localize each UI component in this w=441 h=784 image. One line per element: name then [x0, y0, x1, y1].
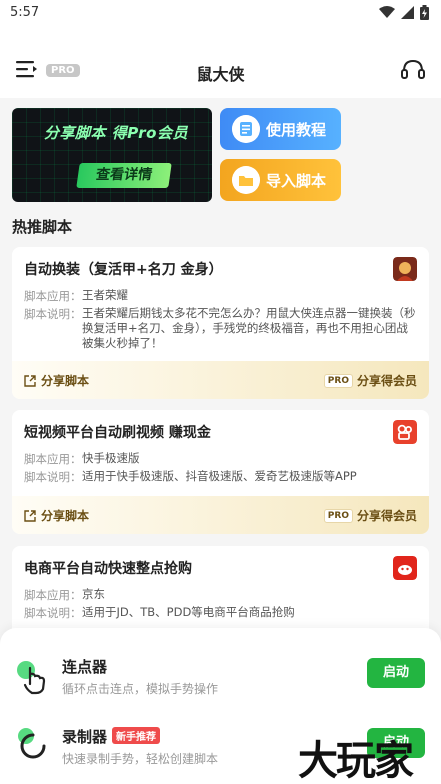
recorder-desc: 快速录制手势，轻松创建脚本 [62, 752, 219, 766]
page-title: 鼠大侠 [196, 65, 245, 84]
script-app-value: 京东 [82, 587, 105, 601]
auto-clicker-name: 连点器 [62, 658, 108, 676]
script-card[interactable]: 短视频平台自动刷视频 赚现金 脚本应用： 快手极速版 脚本说明： 适用于快手极速… [12, 410, 429, 534]
auto-clicker-tool[interactable]: 连点器 循环点击连点，模拟手势操作 启动 [14, 644, 427, 704]
folder-icon [232, 166, 260, 194]
script-desc-value: 适用于快手极速版、抖音极速版、爱奇艺极速版等APP [82, 469, 357, 483]
share-script-button[interactable]: 分享脚本 [24, 507, 89, 524]
script-desc-row: 脚本说明： 适用于快手极速版、抖音极速版、爱奇艺极速版等APP [24, 469, 417, 485]
card-footer: 分享脚本 PRO 分享得会员 [12, 361, 429, 399]
battery-icon [420, 5, 429, 20]
script-app-row: 脚本应用： 京东 [24, 587, 417, 603]
script-desc-row: 脚本说明： 王者荣耀后期钱太多花不完怎么办？用鼠大侠连点器一键换装（秒换复活甲+… [24, 306, 417, 351]
app-header: PRO 鼠大侠 [0, 28, 441, 98]
card-footer: 分享脚本 PRO 分享得会员 [12, 496, 429, 534]
script-app-key: 脚本应用： [24, 588, 82, 602]
jd-app-icon [393, 556, 417, 580]
recorder-name: 录制器 [62, 728, 108, 746]
script-app-key: 脚本应用： [24, 289, 82, 303]
script-app-value: 快手极速版 [82, 451, 140, 465]
script-desc-key: 脚本说明： [24, 606, 82, 620]
hot-scripts-heading: 热推脚本 [12, 218, 73, 236]
status-bar: 5:57 [0, 0, 441, 28]
view-details-button[interactable]: 查看详情 [76, 163, 172, 188]
share-get-vip-button[interactable]: PRO 分享得会员 [323, 372, 417, 389]
watermark-logo: 大玩家 [298, 738, 414, 784]
record-icon [18, 728, 46, 759]
script-app-key: 脚本应用： [24, 452, 82, 466]
signal-icon [401, 6, 414, 19]
share-script-button[interactable]: 分享脚本 [24, 372, 89, 389]
document-icon [232, 115, 260, 143]
tap-hand-icon [17, 661, 46, 695]
script-title: 电商平台自动快速整点抢购 [24, 561, 192, 577]
script-app-value: 王者荣耀 [82, 288, 128, 302]
script-desc-value: 王者荣耀后期钱太多花不完怎么办？用鼠大侠连点器一键换装（秒换复活甲+名刀、金身）… [82, 306, 416, 350]
new-user-recommend-badge: 新手推荐 [112, 727, 160, 744]
script-desc-row: 脚本说明： 适用于JD、TB、PDD等电商平台商品抢购 [24, 605, 417, 621]
tutorial-label: 使用教程 [266, 121, 327, 139]
script-desc-key: 脚本说明： [24, 470, 82, 484]
share-get-vip-label: 分享得会员 [356, 509, 417, 523]
game-avatar-icon [393, 257, 417, 281]
script-card[interactable]: 自动换装（复活甲+名刀 金身） 脚本应用： 王者荣耀 脚本说明： 王者荣耀后期钱… [12, 247, 429, 399]
share-icon [24, 374, 36, 387]
script-app-row: 脚本应用： 快手极速版 [24, 451, 417, 467]
script-desc-key: 脚本说明： [24, 307, 82, 321]
pro-badge: PRO [323, 508, 353, 523]
script-desc-value: 适用于JD、TB、PDD等电商平台商品抢购 [82, 605, 295, 619]
share-get-vip-label: 分享得会员 [356, 374, 417, 388]
customer-service-icon[interactable] [401, 59, 425, 81]
import-script-button[interactable]: 导入脚本 [220, 159, 341, 201]
tutorial-button[interactable]: 使用教程 [220, 108, 341, 150]
wifi-icon [379, 6, 395, 18]
script-title: 自动换装（复活甲+名刀 金身） [24, 262, 223, 278]
share-icon [24, 509, 36, 522]
auto-clicker-desc: 循环点击连点，模拟手势操作 [62, 682, 219, 696]
share-promo-banner[interactable]: 分享脚本 得Pro会员 查看详情 [12, 108, 212, 202]
kuaishou-app-icon [393, 420, 417, 444]
share-script-label: 分享脚本 [41, 509, 90, 523]
script-app-row: 脚本应用： 王者荣耀 [24, 288, 417, 304]
pro-badge: PRO [323, 373, 353, 388]
script-title: 短视频平台自动刷视频 赚现金 [24, 425, 211, 441]
import-script-label: 导入脚本 [266, 172, 327, 190]
status-time: 5:57 [10, 5, 40, 20]
start-auto-clicker-button[interactable]: 启动 [367, 658, 425, 688]
banner-headline: 分享脚本 得Pro会员 [44, 124, 188, 142]
share-get-vip-button[interactable]: PRO 分享得会员 [323, 507, 417, 524]
share-script-label: 分享脚本 [41, 374, 90, 388]
status-icons [379, 5, 429, 20]
